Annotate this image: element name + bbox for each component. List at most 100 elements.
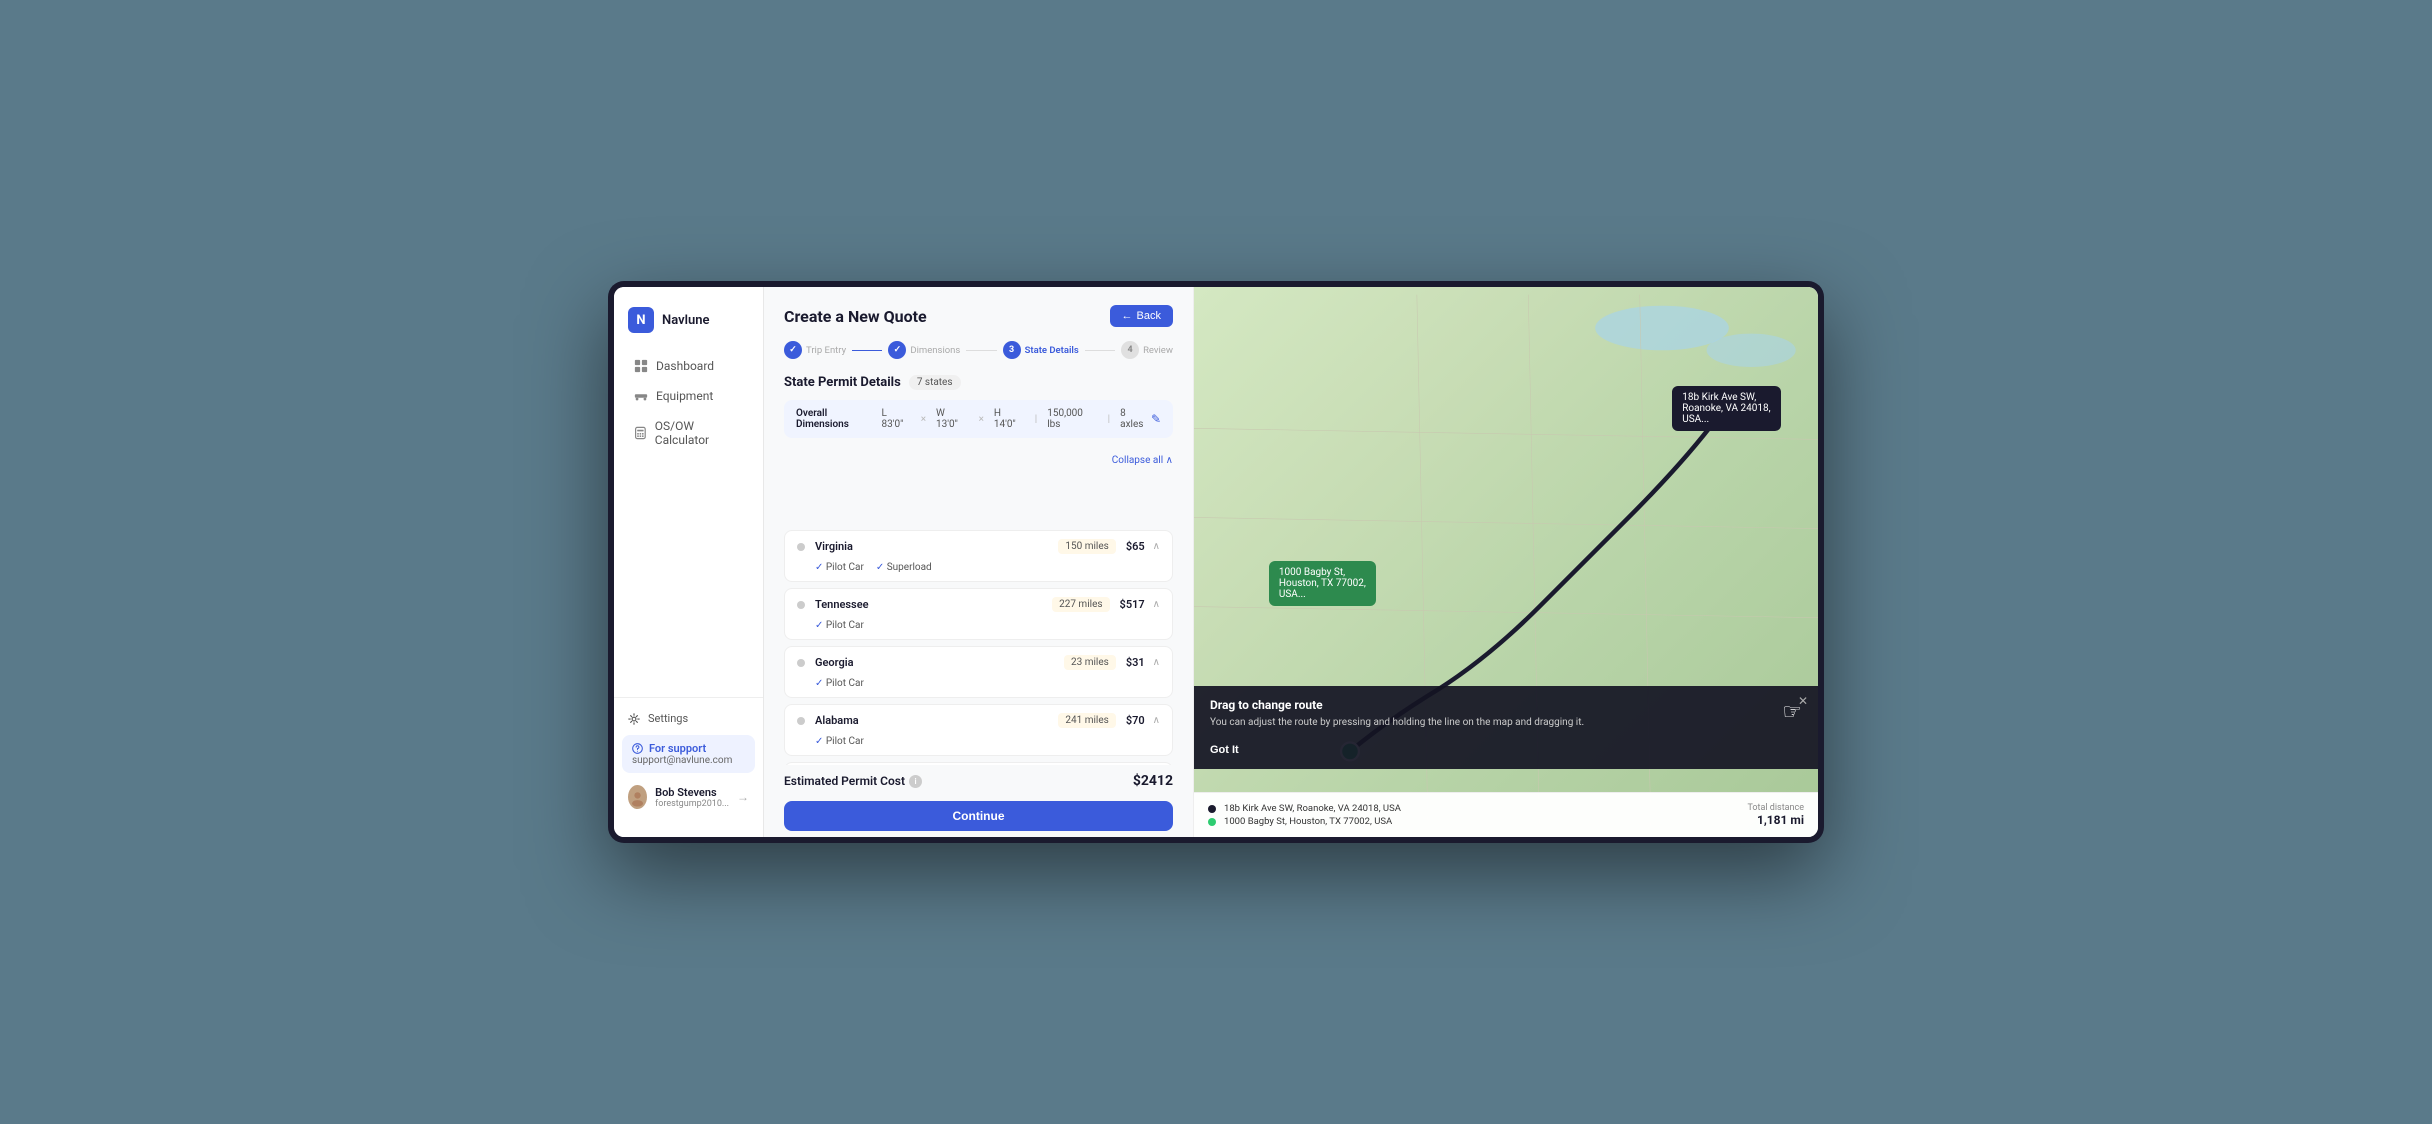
tooltip-dest-line2: Roanoke, VA 24018, bbox=[1682, 403, 1770, 414]
chevron-icon-virginia: ∧ bbox=[1153, 541, 1160, 552]
step-1-label: Trip Entry bbox=[806, 345, 846, 356]
stepper: ✓ Trip Entry ✓ Dimensions 3 State Detail… bbox=[784, 341, 1173, 359]
user-info: Bob Stevens forestgump2010... bbox=[655, 786, 729, 809]
dim-axles: 8 axles bbox=[1120, 408, 1151, 430]
state-header-tennessee[interactable]: Tennessee 227 miles $517 ∧ bbox=[785, 589, 1172, 620]
total-distance: Total distance 1,181 mi bbox=[1747, 803, 1804, 827]
state-header-alabama[interactable]: Alabama 241 miles $70 ∧ bbox=[785, 705, 1172, 736]
sidebar-item-dashboard[interactable]: Dashboard bbox=[620, 352, 757, 380]
distance-value: 1,181 mi bbox=[1747, 813, 1804, 827]
dim-height: H 14'0" bbox=[994, 408, 1025, 430]
app-name: Navlune bbox=[662, 313, 710, 328]
estimated-label: Estimated Permit Cost i bbox=[784, 774, 922, 788]
route-dot-from bbox=[1208, 805, 1216, 813]
user-profile[interactable]: Bob Stevens forestgump2010... → bbox=[614, 777, 763, 817]
dimensions-values: L 83'0" × W 13'0" × H 14'0" | 150,000 lb… bbox=[882, 408, 1151, 430]
state-miles-tennessee: 227 miles bbox=[1052, 597, 1109, 612]
dim-weight: 150,000 lbs bbox=[1047, 408, 1097, 430]
state-cost-georgia: $31 bbox=[1126, 656, 1145, 669]
calculator-icon bbox=[634, 426, 647, 440]
sidebar-bottom: Settings For support support@navlune.com bbox=[614, 697, 763, 825]
dim-width: W 13'0" bbox=[936, 408, 969, 430]
sidebar: N Navlune Dashboard Equi bbox=[614, 287, 764, 837]
tooltip-dest-line1: 18b Kirk Ave SW, bbox=[1682, 392, 1770, 403]
drag-content: Drag to change route You can adjust the … bbox=[1210, 698, 1770, 757]
state-dot-georgia bbox=[797, 659, 805, 667]
tooltip-origin-line1: 1000 Bagby St, bbox=[1279, 567, 1366, 578]
state-detail-virginia: ✓ Pilot Car ✓ Superload bbox=[785, 562, 1172, 581]
state-name-alabama: Alabama bbox=[815, 714, 1058, 727]
sidebar-item-oscalc[interactable]: OS/OW Calculator bbox=[620, 412, 757, 454]
logout-icon[interactable]: → bbox=[737, 790, 749, 804]
step-1: ✓ Trip Entry bbox=[784, 341, 846, 359]
user-avatar bbox=[628, 785, 647, 809]
collapse-all-link[interactable]: Collapse all ∧ bbox=[1112, 455, 1173, 466]
state-cost-virginia: $65 bbox=[1126, 540, 1145, 553]
tooltip-origin-line3: USA... bbox=[1279, 589, 1366, 600]
step-2: ✓ Dimensions bbox=[888, 341, 960, 359]
user-email: forestgump2010... bbox=[655, 799, 729, 809]
close-overlay-icon[interactable]: ✕ bbox=[1798, 694, 1808, 708]
sidebar-label-equipment: Equipment bbox=[656, 389, 713, 403]
drag-title: Drag to change route bbox=[1210, 698, 1770, 712]
support-icon bbox=[632, 743, 643, 754]
continue-button[interactable]: Continue bbox=[784, 801, 1173, 831]
state-header-virginia[interactable]: Virginia 150 miles $65 ∧ bbox=[785, 531, 1172, 562]
step-2-circle: ✓ bbox=[888, 341, 906, 359]
distance-label: Total distance bbox=[1747, 803, 1804, 813]
step-4-label: Review bbox=[1143, 345, 1173, 356]
map-tooltip-destination: 18b Kirk Ave SW, Roanoke, VA 24018, USA.… bbox=[1672, 386, 1780, 431]
info-icon: i bbox=[909, 775, 922, 788]
form-header: Create a New Quote ← Back bbox=[784, 305, 1173, 327]
sidebar-label-oscalc: OS/OW Calculator bbox=[655, 419, 743, 447]
step-3-circle: 3 bbox=[1003, 341, 1021, 359]
state-name-tennessee: Tennessee bbox=[815, 598, 1052, 611]
state-dot-virginia bbox=[797, 543, 805, 551]
step-1-circle: ✓ bbox=[784, 341, 802, 359]
back-button[interactable]: ← Back bbox=[1110, 305, 1173, 327]
state-header-georgia[interactable]: Georgia 23 miles $31 ∧ bbox=[785, 647, 1172, 678]
sidebar-item-settings[interactable]: Settings bbox=[614, 706, 763, 731]
sidebar-logo: N Navlune bbox=[614, 299, 763, 341]
state-row-tennessee: Tennessee 227 miles $517 ∧ ✓ Pilot Car bbox=[784, 588, 1173, 640]
dimensions-bar: Overall Dimensions L 83'0" × W 13'0" × H… bbox=[784, 400, 1173, 438]
step-3: 3 State Details bbox=[1003, 341, 1079, 359]
state-row-alabama: Alabama 241 miles $70 ∧ ✓ Pilot Car bbox=[784, 704, 1173, 756]
route-dot-to bbox=[1208, 818, 1216, 826]
state-detail-alabama: ✓ Pilot Car bbox=[785, 736, 1172, 755]
route-points: 18b Kirk Ave SW, Roanoke, VA 24018, USA … bbox=[1208, 801, 1747, 829]
left-panel: Create a New Quote ← Back ✓ Trip Entry ✓ bbox=[764, 287, 1194, 837]
map-panel: 18b Kirk Ave SW, Roanoke, VA 24018, USA.… bbox=[1194, 287, 1818, 837]
edit-icon[interactable]: ✎ bbox=[1151, 412, 1161, 426]
step-4: 4 Review bbox=[1121, 341, 1173, 359]
drag-overlay: ✕ Drag to change route You can adjust th… bbox=[1194, 686, 1818, 769]
map-background: 18b Kirk Ave SW, Roanoke, VA 24018, USA.… bbox=[1194, 287, 1818, 837]
tooltip-origin-line2: Houston, TX 77002, bbox=[1279, 578, 1366, 589]
step-line-1 bbox=[852, 350, 882, 351]
laptop-frame: N Navlune Dashboard Equi bbox=[608, 281, 1824, 843]
got-it-button[interactable]: Got It bbox=[1210, 744, 1239, 756]
route-point-from: 18b Kirk Ave SW, Roanoke, VA 24018, USA bbox=[1208, 803, 1747, 814]
state-detail-georgia: ✓ Pilot Car bbox=[785, 678, 1172, 697]
step-4-circle: 4 bbox=[1121, 341, 1139, 359]
state-dot-alabama bbox=[797, 717, 805, 725]
support-email: support@navlune.com bbox=[632, 755, 745, 766]
state-row-georgia: Georgia 23 miles $31 ∧ ✓ Pilot Car bbox=[784, 646, 1173, 698]
section-header: State Permit Details 7 states bbox=[784, 375, 1173, 390]
logo-icon: N bbox=[628, 307, 654, 333]
equipment-icon bbox=[634, 389, 648, 403]
state-rows-scroll[interactable]: Virginia 150 miles $65 ∧ ✓ Pilot Car ✓ S… bbox=[764, 530, 1193, 765]
chevron-icon-tennessee: ∧ bbox=[1153, 599, 1160, 610]
state-dot-tennessee bbox=[797, 601, 805, 609]
form-panel: Create a New Quote ← Back ✓ Trip Entry ✓ bbox=[764, 287, 1193, 530]
laptop-screen: N Navlune Dashboard Equi bbox=[614, 287, 1818, 837]
map-bottom-bar: 18b Kirk Ave SW, Roanoke, VA 24018, USA … bbox=[1194, 792, 1818, 837]
sidebar-item-equipment[interactable]: Equipment bbox=[620, 382, 757, 410]
support-title: For support bbox=[649, 742, 706, 755]
chevron-icon-georgia: ∧ bbox=[1153, 657, 1160, 668]
state-miles-alabama: 241 miles bbox=[1058, 713, 1115, 728]
sidebar-item-support[interactable]: For support support@navlune.com bbox=[622, 735, 755, 773]
dimensions-label: Overall Dimensions bbox=[796, 408, 882, 430]
state-detail-tennessee: ✓ Pilot Car bbox=[785, 620, 1172, 639]
step-line-3 bbox=[1085, 350, 1115, 351]
